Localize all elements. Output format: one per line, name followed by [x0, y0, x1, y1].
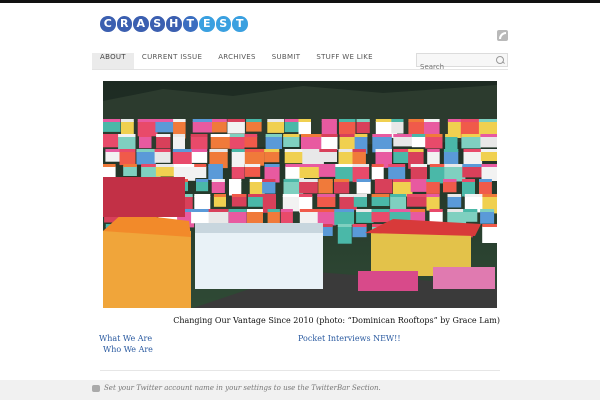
top-bar — [0, 0, 600, 3]
nav-submit[interactable]: SUBMIT — [264, 53, 309, 69]
link-what-we-are[interactable]: What We Are — [99, 334, 152, 343]
nav-current-issue[interactable]: CURRENT ISSUE — [134, 53, 210, 69]
logo-letter: E — [199, 16, 215, 32]
twitter-icon — [92, 385, 100, 392]
search-icon[interactable] — [496, 56, 504, 64]
logo-letter: T — [182, 16, 198, 32]
hero-caption-text: Changing Our Vantage Since 2010 (photo: … — [173, 316, 500, 325]
main-nav: ABOUT CURRENT ISSUE ARCHIVES SUBMIT STUF… — [92, 53, 381, 69]
logo-letter: C — [100, 16, 116, 32]
twitterbar-text: Set your Twitter account name in your se… — [104, 384, 381, 392]
logo-letter: S — [215, 16, 231, 32]
logo-letter: R — [116, 16, 132, 32]
hero-caption: Changing Our Vantage Since 2010 (photo: … — [0, 316, 600, 325]
nav-stuff-we-like[interactable]: STUFF WE LIKE — [308, 53, 381, 69]
search-input[interactable] — [417, 61, 490, 73]
nav-archives[interactable]: ARCHIVES — [210, 53, 264, 69]
nav-about[interactable]: ABOUT — [92, 53, 134, 69]
rss-icon[interactable] — [497, 30, 508, 41]
hero-photo — [103, 81, 497, 308]
logo-letter: T — [232, 16, 248, 32]
logo-letter: A — [133, 16, 149, 32]
link-pocket-interviews[interactable]: Pocket Interviews NEW!! — [298, 334, 401, 343]
content-divider — [100, 370, 500, 371]
logo-letter: S — [149, 16, 165, 32]
logo-letter: H — [166, 16, 182, 32]
link-who-we-are[interactable]: Who We Are — [103, 345, 153, 354]
site-logo[interactable]: CRASHTEST — [100, 16, 248, 36]
search-box — [416, 53, 508, 73]
twitterbar-section: Set your Twitter account name in your se… — [0, 380, 600, 400]
